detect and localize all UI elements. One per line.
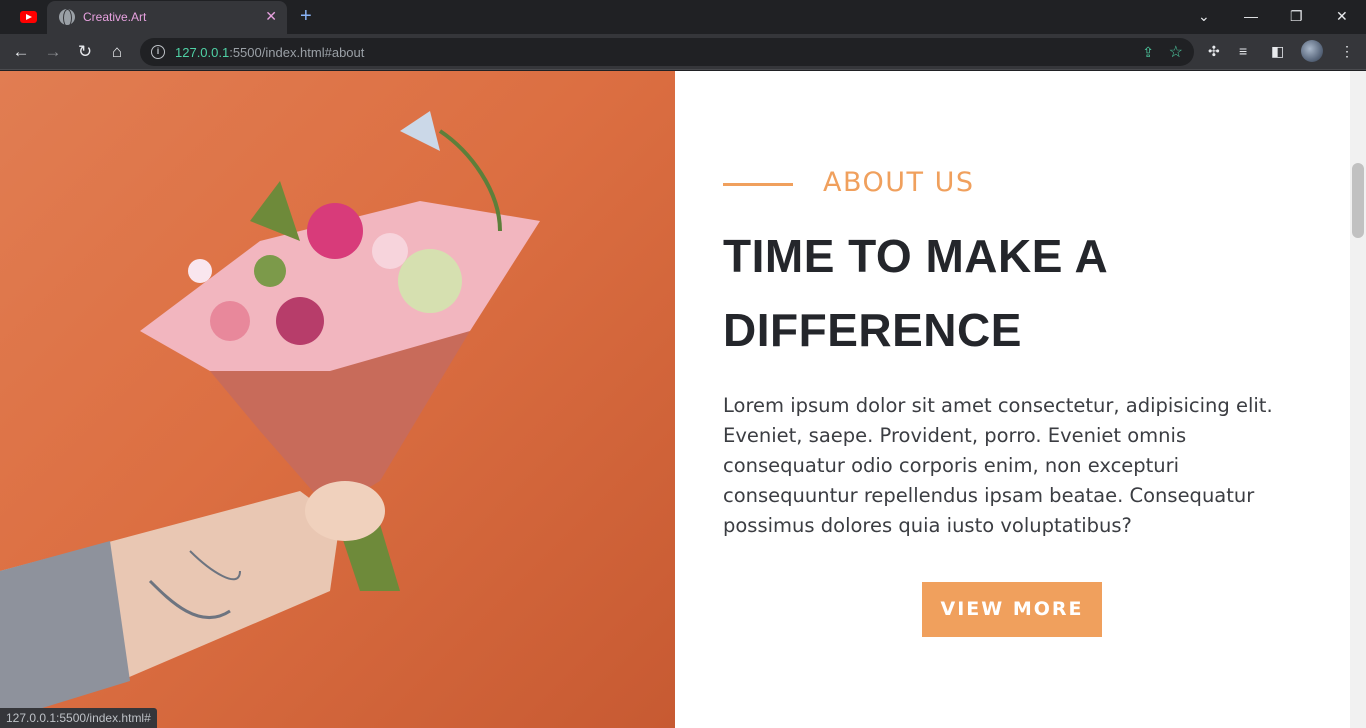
side-panel-icon[interactable]: ◧ [1271, 42, 1284, 60]
youtube-icon [19, 11, 37, 23]
minimize-button[interactable]: — [1244, 6, 1258, 26]
share-icon[interactable]: ⇪ [1142, 44, 1154, 61]
new-tab-button[interactable]: + [300, 5, 312, 27]
view-more-button[interactable]: VIEW MORE [922, 582, 1102, 637]
url-host: 127.0.0.1 [175, 45, 230, 60]
close-tab-icon[interactable]: ✕ [265, 8, 277, 24]
bouquet-photo [0, 71, 675, 728]
close-window-button[interactable]: ✕ [1336, 6, 1348, 26]
tab-title: Creative.Art [83, 10, 147, 24]
reload-icon[interactable]: ↻ [73, 40, 97, 64]
browser-toolbar: ← → ↻ ⌂ i 127.0.0.1:5500/index.html#abou… [0, 34, 1366, 70]
tab-strip: Creative.Art ✕ + ⌄ — ❐ ✕ [0, 0, 1366, 34]
profile-avatar[interactable] [1301, 40, 1323, 62]
extensions-icon[interactable]: ✣ [1208, 42, 1220, 60]
reading-list-icon[interactable]: ≡ [1239, 42, 1247, 60]
home-icon[interactable]: ⌂ [105, 40, 129, 64]
url-path: :5500/index.html#about [229, 45, 365, 60]
page-scrollbar[interactable] [1350, 71, 1366, 728]
forward-icon[interactable]: → [41, 40, 65, 64]
bookmark-star-icon[interactable]: ☆ [1169, 42, 1183, 62]
status-bar-url: 127.0.0.1:5500/index.html# [0, 708, 157, 728]
web-page: ABOUT US TIME TO MAKE A DIFFERENCE Lorem… [0, 71, 1350, 728]
globe-icon [59, 9, 75, 27]
about-body-text: Lorem ipsum dolor sit amet consectetur, … [723, 394, 1273, 537]
bouquet-illustration [0, 111, 540, 721]
tab-creative-art[interactable]: Creative.Art ✕ [47, 1, 287, 34]
section-label: ABOUT US [823, 167, 975, 198]
site-info-icon[interactable]: i [151, 45, 165, 59]
restore-button[interactable]: ❐ [1290, 6, 1303, 26]
about-accent-line [723, 183, 793, 186]
about-headline: TIME TO MAKE A DIFFERENCE [723, 230, 1107, 356]
url-text[interactable]: 127.0.0.1:5500/index.html#about [175, 45, 364, 60]
tab-youtube[interactable] [14, 8, 42, 26]
menu-dots-icon[interactable]: ⋮ [1340, 42, 1354, 60]
address-bar[interactable]: i 127.0.0.1:5500/index.html#about ⇪ ☆ [140, 38, 1194, 66]
scroll-thumb[interactable] [1352, 163, 1364, 238]
back-icon[interactable]: ← [9, 40, 33, 64]
tab-search-icon[interactable]: ⌄ [1198, 6, 1210, 26]
